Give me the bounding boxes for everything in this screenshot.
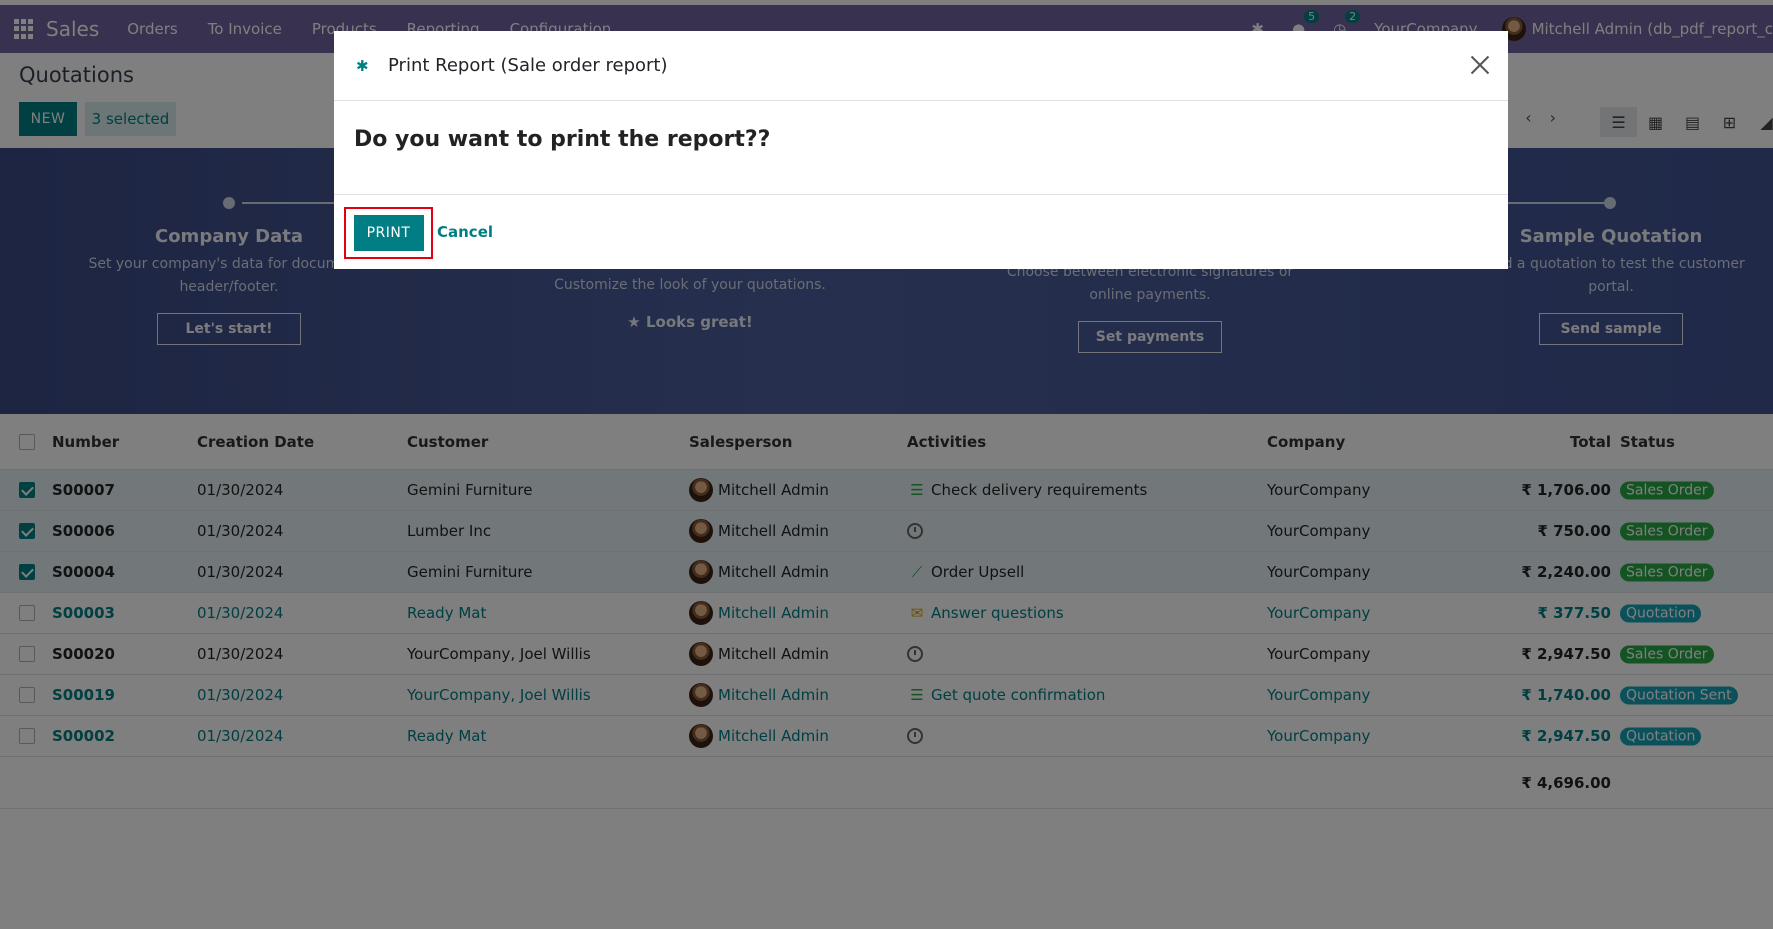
cancel-button[interactable]: Cancel <box>437 223 493 241</box>
dialog-message: Do you want to print the report?? <box>334 101 1508 195</box>
close-icon[interactable] <box>1468 53 1492 77</box>
print-button-highlight: PRINT <box>344 207 433 259</box>
dialog-footer: PRINT Cancel <box>334 195 1508 269</box>
dialog-title: Print Report (Sale order report) <box>388 55 668 76</box>
print-report-dialog: ✱ Print Report (Sale order report) Do yo… <box>334 31 1508 269</box>
bug-icon: ✱ <box>356 56 369 75</box>
dialog-header: ✱ Print Report (Sale order report) <box>334 31 1508 101</box>
print-button[interactable]: PRINT <box>353 215 424 251</box>
